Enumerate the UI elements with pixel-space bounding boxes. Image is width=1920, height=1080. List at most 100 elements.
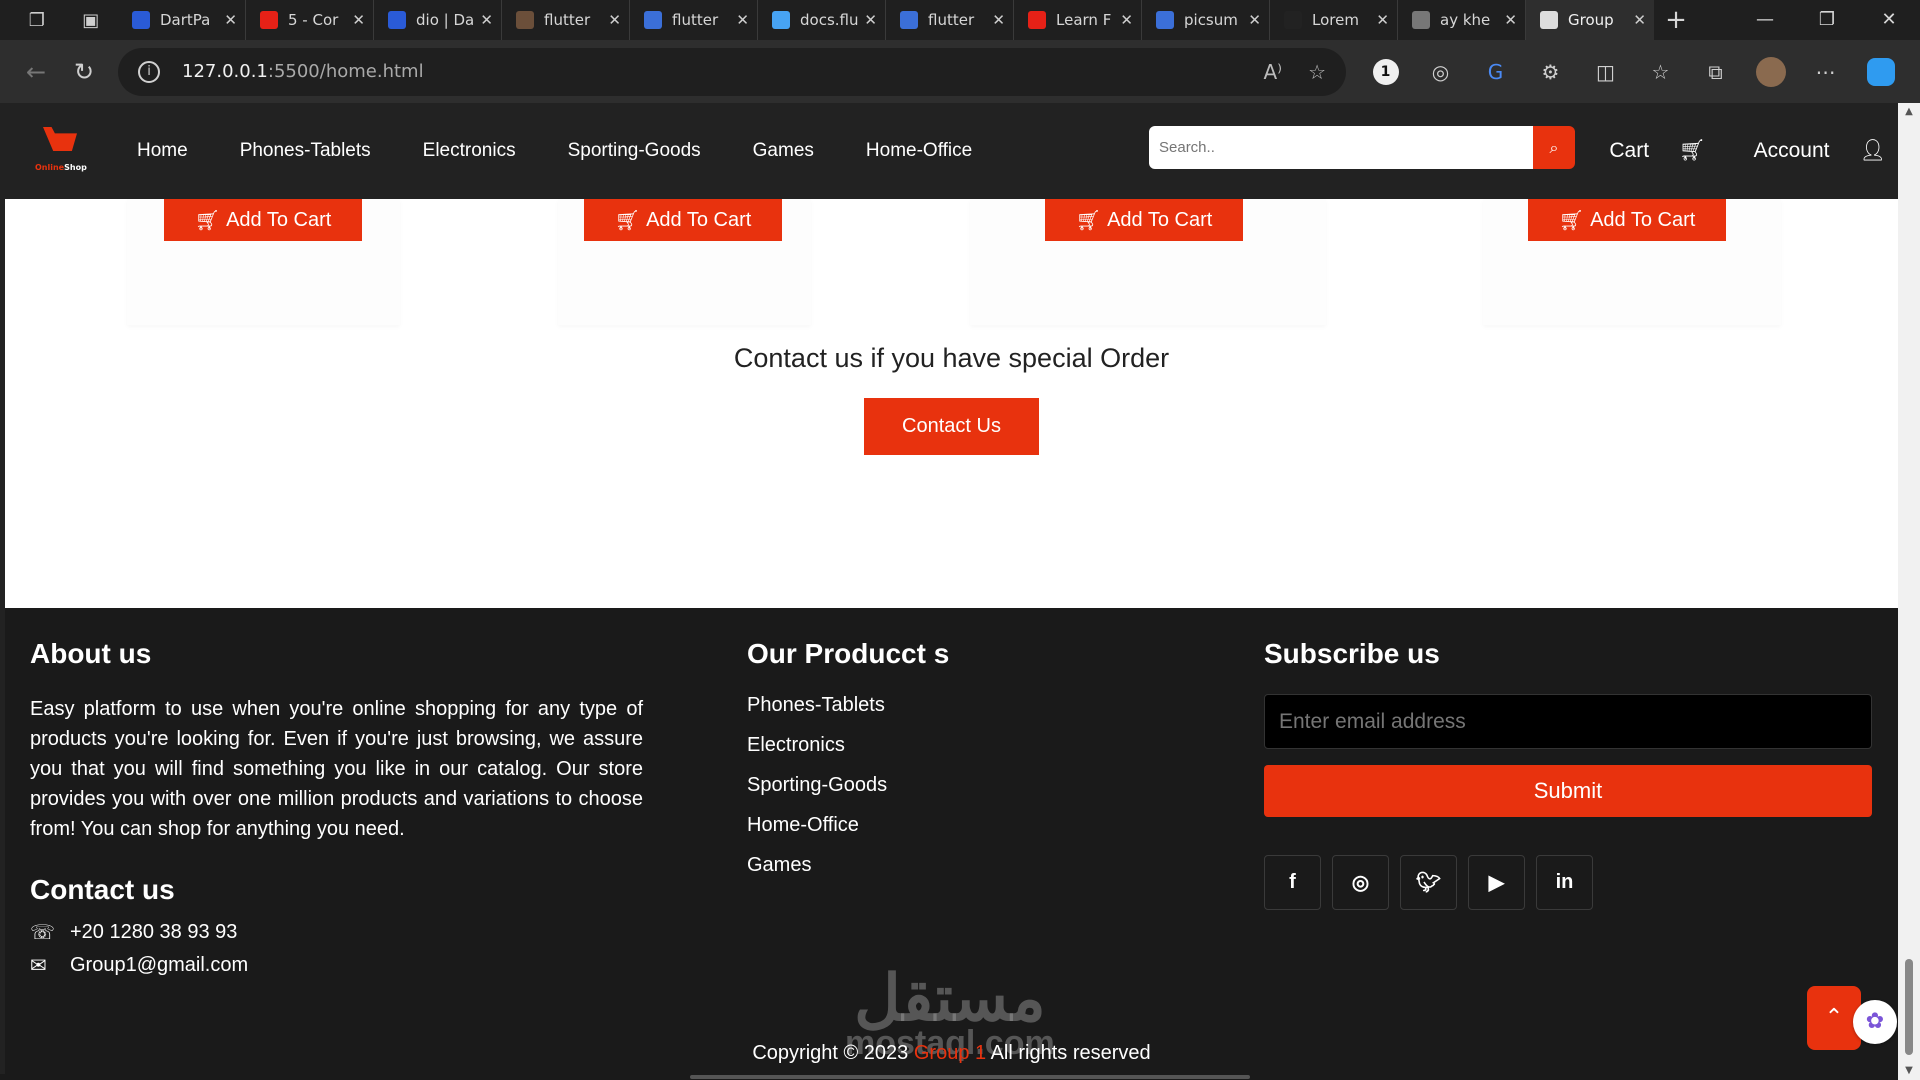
read-aloud-icon[interactable]: A⁾ [1263,60,1282,84]
browser-tab[interactable]: Group ✕ [1526,0,1654,40]
ai-assistant-icon[interactable]: ✿ [1853,1000,1897,1044]
twitter-icon[interactable]: 🐦︎ [1400,855,1457,910]
browser-tab[interactable]: ay khe ✕ [1398,0,1526,40]
favorite-star-icon[interactable]: ☆ [1308,60,1326,84]
url-bar[interactable]: i 127.0.0.1:5500/home.html A⁾ ☆ [118,47,1346,96]
scroll-down-arrow-icon[interactable]: ▼ [1898,1062,1920,1080]
browser-tab[interactable]: flutter ✕ [630,0,758,40]
footer-product-link[interactable]: Electronics [747,734,949,757]
submit-button[interactable]: Submit [1264,765,1872,817]
website-viewport: OnlineShop Home Phones-Tablets Electronics… [5,103,1898,1080]
tab-close-icon[interactable]: ✕ [608,11,621,29]
tab-close-icon[interactable]: ✕ [352,11,365,29]
tab-close-icon[interactable]: ✕ [992,11,1005,29]
tab-close-icon[interactable]: ✕ [224,11,237,29]
menu-item[interactable]: Games [753,140,814,162]
tab-favicon-icon [388,11,406,29]
browser-tab[interactable]: docs.flu ✕ [758,0,886,40]
menu-item[interactable]: Electronics [423,140,516,162]
tab-favicon-icon [260,11,278,29]
menu-item[interactable]: Home [137,140,188,162]
instagram-icon[interactable]: ◎ [1332,855,1389,910]
copyright-group-link[interactable]: Group 1 [914,1042,986,1064]
search-input[interactable] [1149,126,1533,169]
split-screen-icon[interactable]: ◫ [1578,60,1633,84]
scrollbar-thumb[interactable] [1905,959,1913,1055]
menu-item[interactable]: Phones-Tablets [240,140,371,162]
workspaces-icon[interactable]: ❐ [29,10,45,31]
vertical-scrollbar[interactable]: ▲ ▼ [1898,103,1920,1080]
email-field[interactable] [1264,694,1872,749]
facebook-icon[interactable]: f [1264,855,1321,910]
minimize-icon[interactable]: — [1734,0,1796,40]
more-icon[interactable]: ⋯ [1798,60,1853,84]
footer-product-link[interactable]: Games [747,854,949,877]
tab-close-icon[interactable]: ✕ [864,11,877,29]
footer-product-link[interactable]: Sporting-Goods [747,774,949,797]
extensions-icon[interactable]: ⚙ [1523,60,1578,84]
shop-logo[interactable]: OnlineShop [35,123,87,179]
cart-icon: 🛒︎ [1075,209,1102,232]
youtube-icon[interactable]: ▶ [1468,855,1525,910]
tab-favicon-icon [900,11,918,29]
browser-tab[interactable]: flutter ✕ [502,0,630,40]
horizontal-scrollbar[interactable] [0,1074,1898,1080]
add-to-cart-button[interactable]: 🛒︎ Add To Cart [1528,199,1726,241]
browser-tab[interactable]: dio | Da ✕ [374,0,502,40]
browser-tab[interactable]: flutter ✕ [886,0,1014,40]
cart-icon: 🛒︎ [1678,139,1706,162]
scroll-up-arrow-icon[interactable]: ▲ [1898,103,1920,121]
tab-close-icon[interactable]: ✕ [1633,11,1646,29]
tab-close-icon[interactable]: ✕ [736,11,749,29]
special-order-section: Contact us if you have special Order Con… [5,343,1898,455]
browser-tab[interactable]: Learn F ✕ [1014,0,1142,40]
tab-label: flutter [672,11,719,29]
tab-close-icon[interactable]: ✕ [1376,11,1389,29]
linkedin-icon[interactable]: in [1536,855,1593,910]
browser-tab[interactable]: Lorem ✕ [1270,0,1398,40]
add-to-cart-button[interactable]: 🛒︎ Add To Cart [1045,199,1243,241]
footer-product-link[interactable]: Home-Office [747,814,949,837]
tab-favicon-icon [1284,11,1302,29]
tab-close-icon[interactable]: ✕ [480,11,493,29]
browser-tab[interactable]: 5 - Cor ✕ [246,0,374,40]
browser-tab[interactable]: picsum ✕ [1142,0,1270,40]
restore-icon[interactable]: ❐ [1796,0,1858,40]
menu-item[interactable]: Home-Office [866,140,972,162]
browser-tab[interactable]: DartPa ✕ [118,0,246,40]
tab-favicon-icon [644,11,662,29]
cart-link[interactable]: Cart 🛒︎ [1585,139,1705,163]
new-tab-button[interactable]: + [1654,5,1698,35]
footer-product-link[interactable]: Phones-Tablets [747,694,949,717]
tab-favicon-icon [132,11,150,29]
favorites-icon[interactable]: ☆ [1633,60,1688,84]
tab-favicon-icon [1028,11,1046,29]
add-to-cart-button[interactable]: 🛒︎ Add To Cart [584,199,782,241]
tab-label: DartPa [160,11,211,29]
contact-us-button[interactable]: Contact Us [864,398,1039,455]
tab-actions-icon[interactable]: ▣ [82,10,99,31]
copilot-icon[interactable] [1853,57,1908,86]
menu-item[interactable]: Sporting-Goods [568,140,701,162]
refresh-icon[interactable]: ↻ [60,58,108,86]
tab-close-icon[interactable]: ✕ [1120,11,1133,29]
nav-right: Cart 🛒︎ Account 👤︎ [1561,103,1886,199]
extension-1-icon[interactable]: 1 [1358,58,1413,85]
collections-icon[interactable]: ⧉ [1688,60,1743,84]
back-icon[interactable]: ← [12,58,60,86]
tab-close-icon[interactable]: ✕ [1248,11,1261,29]
tab-label: picsum [1184,11,1238,29]
site-info-icon[interactable]: i [138,60,160,83]
tab-favicon-icon [1412,11,1430,29]
account-link[interactable]: Account 👤︎ [1730,139,1886,163]
translate-icon[interactable]: G [1468,60,1523,84]
profile-avatar[interactable] [1743,56,1798,87]
add-to-cart-button[interactable]: 🛒︎ Add To Cart [164,199,362,241]
products-title: Our Producct s [747,638,950,669]
logo-cart-icon [43,127,77,151]
tab-close-icon[interactable]: ✕ [1504,11,1517,29]
user-icon: 👤︎ [1859,139,1886,162]
window-close-icon[interactable]: ✕ [1858,0,1920,40]
extension-2-icon[interactable]: ◎ [1413,60,1468,84]
footer-products-column: Our Producct s Phones-Tablets Electronics… [747,638,949,894]
